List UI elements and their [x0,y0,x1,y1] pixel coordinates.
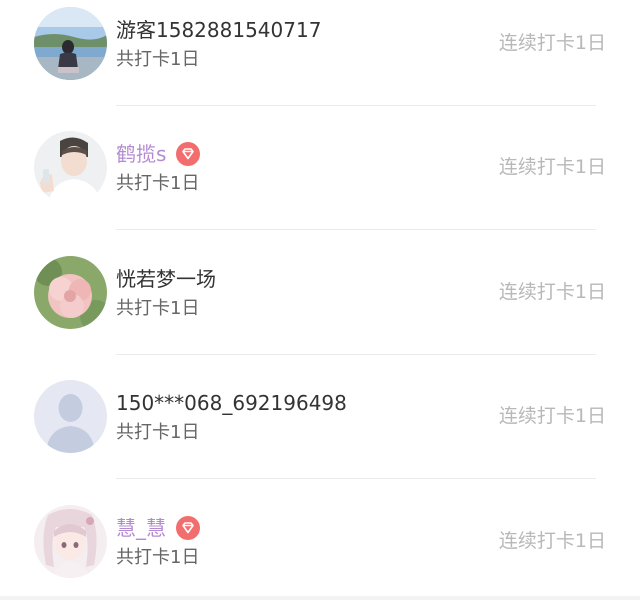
lakeside-photo-icon [34,7,107,80]
total-checkin-days: 共打卡1日 [116,173,200,194]
total-checkin-days: 共打卡1日 [116,547,200,568]
checkin-list: 游客1582881540717 共打卡1日 连续打卡1日 鹤揽s 共打卡1日 连… [0,0,640,600]
streak-checkin-days: 连续打卡1日 [498,156,606,178]
streak-checkin-days: 连续打卡1日 [498,281,606,303]
user-name[interactable]: 慧_慧 [116,514,166,542]
user-name[interactable]: 恍若梦一场 [116,265,216,293]
streak-checkin-days: 连续打卡1日 [498,32,606,54]
list-item[interactable]: 游客1582881540717 共打卡1日 连续打卡1日 [0,0,640,106]
list-item[interactable]: 恍若梦一场 共打卡1日 连续打卡1日 [0,231,640,355]
default-avatar-icon [34,380,107,453]
user-avatar[interactable] [34,256,107,329]
man-photo-icon [34,131,107,204]
user-name[interactable]: 鹤揽s [116,140,166,168]
row-divider [116,478,596,479]
name-line: 恍若梦一场 [116,265,216,293]
anime-girl-photo-icon [34,505,107,578]
user-name[interactable]: 150***068_692196498 [116,389,347,417]
flower-photo-icon [34,256,107,329]
name-line: 慧_慧 [116,514,200,542]
total-checkin-days: 共打卡1日 [116,298,200,319]
list-item[interactable]: 150***068_692196498 共打卡1日 连续打卡1日 [0,355,640,479]
list-item[interactable]: 鹤揽s 共打卡1日 连续打卡1日 [0,106,640,230]
diamond-badge-icon [176,516,200,540]
diamond-badge-icon [176,142,201,166]
total-checkin-days: 共打卡1日 [116,422,200,443]
user-avatar[interactable] [34,7,107,80]
total-checkin-days: 共打卡1日 [116,49,200,70]
list-bottom-edge [0,596,640,600]
streak-checkin-days: 连续打卡1日 [498,405,606,427]
list-item[interactable]: 慧_慧 共打卡1日 连续打卡1日 [0,480,640,604]
user-name[interactable]: 游客1582881540717 [116,16,321,44]
user-avatar[interactable] [34,131,107,204]
row-divider [116,229,596,230]
name-line: 150***068_692196498 [116,389,347,417]
streak-checkin-days: 连续打卡1日 [498,530,606,552]
user-avatar[interactable] [34,380,107,453]
name-line: 鹤揽s [116,140,201,168]
user-avatar[interactable] [34,505,107,578]
name-line: 游客1582881540717 [116,16,321,44]
